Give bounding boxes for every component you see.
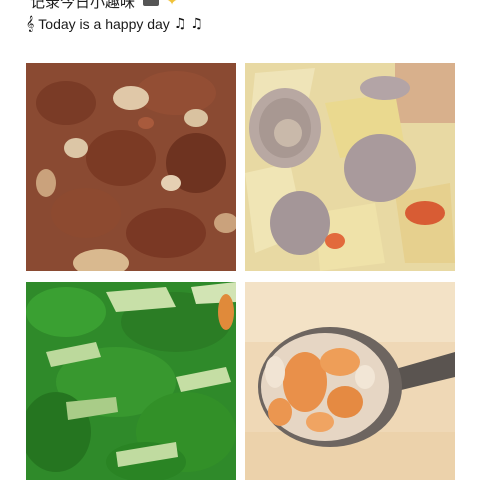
stir-fried-bok-choy-photo[interactable] [26,282,236,480]
post-caption-text: Today is a happy day [38,16,170,32]
bok-choy-image [26,282,236,480]
braised-pork-image [26,63,236,271]
post-header: 记录今日小趣味 ✦ [30,0,178,11]
post-caption: 𝄞 Today is a happy day ♫ ♫ [26,14,203,34]
braised-pork-with-potatoes-photo[interactable] [26,63,236,271]
photo-grid [26,63,455,480]
beamed-notes-icon: ♫ [190,16,203,32]
post-card: 记录今日小趣味 ✦ 𝄞 Today is a happy day ♫ ♫ [0,0,480,480]
sparkle-icon: ✦ [167,0,178,8]
porridge-image [245,282,455,480]
film-icon [143,0,160,6]
carrot-millet-porridge-photo[interactable] [245,282,455,480]
meatball-soup-image [245,63,455,271]
post-header-text: 记录今日小趣味 [30,0,136,11]
beamed-notes-icon: ♫ [173,16,187,32]
meatball-and-cabbage-soup-photo[interactable] [245,63,455,271]
treble-clef-icon: 𝄞 [26,16,35,32]
